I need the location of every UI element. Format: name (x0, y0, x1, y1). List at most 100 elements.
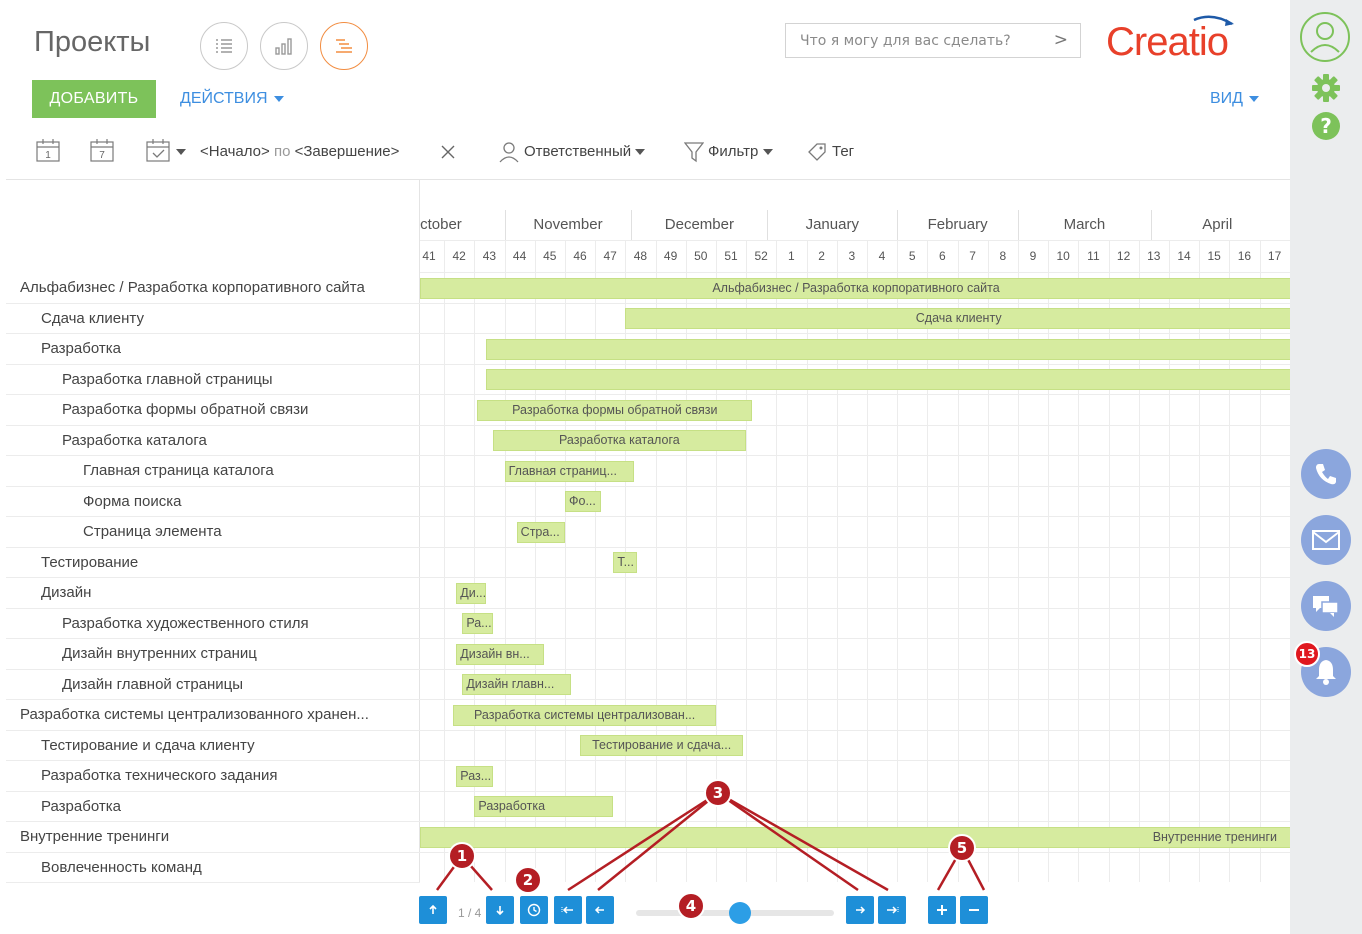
month-label: April (1202, 216, 1233, 233)
period-sep: по (273, 143, 291, 160)
row-up-button[interactable] (419, 896, 447, 924)
gantt-bar[interactable] (486, 338, 1290, 360)
task-row[interactable]: Разработка (6, 792, 420, 822)
arrow-down-icon (496, 906, 504, 916)
gantt-bar[interactable] (486, 369, 1290, 390)
caret-down-icon (1249, 95, 1260, 102)
task-row[interactable]: Разработка (6, 334, 420, 365)
search-input[interactable] (786, 24, 1036, 57)
task-row[interactable]: Тестирование (6, 548, 420, 578)
zoom-out-button[interactable] (960, 896, 988, 924)
scroll-end-button[interactable] (878, 896, 906, 924)
gantt-chart: Альфабизнес / Разработка корпоративного … (6, 179, 1290, 883)
owner-filter[interactable]: Ответственный (524, 143, 646, 160)
help-icon[interactable]: ? (1310, 110, 1342, 142)
gantt-bar[interactable]: Т... (613, 552, 638, 573)
task-row[interactable]: Форма поиска (6, 487, 420, 517)
week-label: 13 (1147, 249, 1161, 263)
actions-dropdown[interactable]: ДЕЙСТВИЯ (180, 90, 284, 108)
week-label: 3 (848, 249, 856, 263)
week-label: 15 (1207, 249, 1221, 263)
task-row[interactable]: Страница элемента (6, 517, 420, 548)
task-row[interactable]: Дизайн главной страницы (6, 670, 420, 700)
gantt-bar[interactable]: Ра... (462, 613, 493, 634)
week-label: 43 (482, 249, 497, 263)
gantt-bar[interactable]: Главная страниц... (504, 460, 635, 482)
task-row[interactable]: Вовлеченность команд (6, 853, 420, 883)
gantt-timeline[interactable]: 41 42 43 44 45 46 47 48 49 50 51 52 1 2 3 4 5 6 7 8 9 10 11 12 1… (420, 180, 1290, 882)
task-row[interactable]: Разработка системы централизованного хра… (6, 700, 420, 731)
grid-column-line (1048, 240, 1050, 882)
calendar-check-icon[interactable] (144, 136, 172, 164)
task-row[interactable]: Разработка художественного стиля (6, 609, 420, 639)
call-button[interactable] (1301, 449, 1351, 499)
email-button[interactable] (1301, 515, 1351, 565)
tag-filter[interactable]: Тег (832, 143, 854, 160)
close-icon[interactable] (440, 144, 456, 160)
logo-swoosh-icon (1193, 15, 1234, 26)
week-label: 46 (573, 249, 587, 263)
task-row[interactable]: Разработка главной страницы (6, 365, 420, 395)
calendar-day-icon[interactable]: 1 (34, 136, 62, 164)
gantt-bar[interactable]: Стра... (516, 521, 565, 543)
gantt-bar[interactable]: Разработка формы обратной связи (477, 399, 753, 421)
week-label: 52 (754, 249, 768, 263)
gantt-bar[interactable]: Разработка системы централизован... (453, 704, 716, 726)
gantt-bar[interactable]: Ди... (456, 582, 487, 604)
gantt-bar[interactable]: Фо... (565, 491, 602, 512)
gantt-bar[interactable]: Сдача клиенту (625, 308, 1290, 329)
week-label: 51 (724, 249, 738, 263)
gantt-bar[interactable]: Дизайн главн... (462, 674, 572, 695)
gantt-bar[interactable]: Внутренние тренинги (420, 826, 1290, 848)
calendar-week-icon[interactable]: 7 (88, 136, 116, 164)
scroll-left-button[interactable] (586, 896, 614, 924)
week-label: 14 (1177, 249, 1191, 263)
profile-avatar[interactable] (1300, 12, 1350, 62)
task-row[interactable]: Разработка каталога (6, 426, 420, 456)
task-row[interactable]: Разработка технического задания (6, 761, 420, 792)
list-view-button[interactable] (200, 22, 248, 70)
week-label: 50 (694, 249, 708, 263)
analytics-view-button[interactable] (260, 22, 308, 70)
gantt-bar[interactable]: Раз... (456, 765, 493, 787)
page-title: Проекты (34, 26, 151, 58)
view-dropdown[interactable]: ВИД (1210, 90, 1260, 108)
grid-column-line (806, 240, 808, 882)
month-divider (897, 210, 899, 240)
task-row[interactable]: Разработка формы обратной связи (6, 395, 420, 426)
command-search[interactable]: > (785, 23, 1081, 58)
task-row[interactable]: Внутренние тренинги (6, 822, 420, 853)
gantt-view-button[interactable] (320, 22, 368, 70)
period-range[interactable]: <Начало> по <Завершение> (200, 143, 399, 160)
gantt-bar[interactable]: Тестирование и сдача... (580, 735, 744, 756)
grid-row-line (420, 699, 1290, 700)
gantt-bar[interactable]: Разработка (474, 796, 614, 817)
chevron-right-icon[interactable]: > (1054, 30, 1068, 50)
today-button[interactable] (520, 896, 548, 924)
period-caret-icon[interactable] (176, 149, 186, 155)
task-row[interactable]: Дизайн (6, 578, 420, 609)
grid-column-line (1229, 240, 1231, 882)
gantt-bar[interactable]: Разработка каталога (492, 430, 747, 451)
filter-dropdown[interactable]: Фильтр (708, 143, 773, 160)
week-label: 2 (818, 249, 825, 263)
zoom-slider-handle[interactable] (729, 902, 751, 924)
gear-icon[interactable] (1310, 72, 1342, 104)
chat-button[interactable] (1301, 581, 1351, 631)
task-row[interactable]: Главная страница каталога (6, 456, 420, 487)
row-down-button[interactable] (486, 896, 514, 924)
add-button[interactable]: ДОБАВИТЬ (32, 80, 156, 118)
grid-row-line (420, 424, 1290, 426)
calendar-day-label: 1 (45, 150, 51, 161)
gantt-bar[interactable]: Альфабизнес / Разработка корпоративного … (420, 277, 1290, 299)
gantt-bar[interactable]: Дизайн вн... (456, 643, 544, 665)
zoom-in-button[interactable] (928, 896, 956, 924)
task-row[interactable]: Тестирование и сдача клиенту (6, 731, 420, 761)
grid-column-line (1259, 240, 1261, 882)
scroll-right-button[interactable] (846, 896, 874, 924)
task-row[interactable]: Сдача клиенту (6, 304, 420, 334)
task-row[interactable]: Альфабизнес / Разработка корпоративного … (6, 273, 420, 304)
scroll-start-button[interactable] (554, 896, 582, 924)
task-row[interactable]: Дизайн внутренних страниц (6, 639, 420, 670)
grid-column-line (444, 240, 446, 882)
